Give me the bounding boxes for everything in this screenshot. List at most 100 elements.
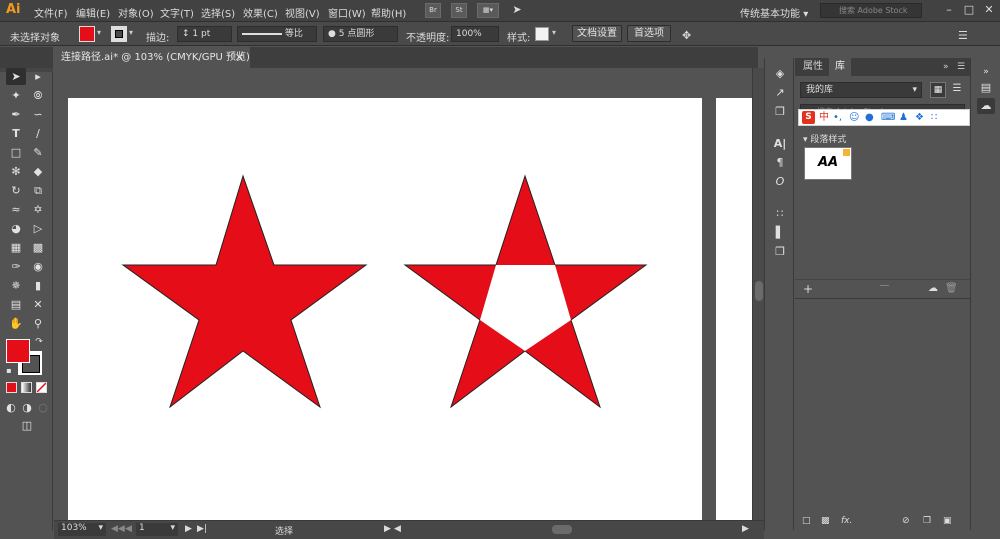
microphone-icon[interactable]: ● <box>865 110 874 125</box>
slice-tool-icon[interactable]: ✕ <box>28 296 48 313</box>
menu-object[interactable]: 对象(O) <box>118 5 154 20</box>
align-icon[interactable]: ▌ <box>771 225 789 241</box>
none-mode-icon[interactable] <box>36 382 47 393</box>
last-artboard-icon[interactable]: ▶| <box>197 524 207 534</box>
transform-icon[interactable]: ∷ <box>771 206 789 222</box>
previous-artboard-icon[interactable]: ◀ <box>125 524 132 534</box>
preferences-button[interactable]: 首选项 <box>627 25 671 42</box>
color-mode-icon[interactable] <box>6 382 17 393</box>
blend-tool-icon[interactable]: ◉ <box>28 258 48 275</box>
puppet-warp-tool-icon[interactable]: ✡ <box>28 201 48 218</box>
user-icon[interactable]: ♟ <box>899 110 908 125</box>
menu-file[interactable]: 文件(F) <box>34 5 68 20</box>
paintbrush-tool-icon[interactable]: ✎ <box>28 144 48 161</box>
fill-swatch[interactable] <box>6 339 30 363</box>
brush-definition[interactable]: ● 5 点圆形 <box>323 26 398 42</box>
draw-inside-icon[interactable]: ○ <box>35 399 51 416</box>
scroll-left-icon[interactable]: ◀ <box>394 524 401 534</box>
scroll-right-icon[interactable]: ▶ <box>742 524 749 534</box>
close-window-icon[interactable]: ✕ <box>980 3 998 17</box>
keyboard-icon[interactable]: ⌨ <box>881 110 895 125</box>
magic-wand-tool-icon[interactable]: ✦ <box>6 87 26 104</box>
next-artboard-icon[interactable]: ▶ <box>185 524 192 534</box>
chevron-down-icon[interactable]: ▾ <box>912 83 917 97</box>
skin-icon[interactable]: ❖ <box>915 110 924 125</box>
artboard-number-field[interactable]: 1 ▾ <box>136 523 178 536</box>
disclosure-triangle-icon[interactable]: ▾ <box>803 135 808 145</box>
workspace-switcher[interactable]: 传统基本功能 ▾ <box>740 5 808 20</box>
stroke-weight-field[interactable]: ↕ 1 pt <box>177 26 232 42</box>
curvature-tool-icon[interactable]: ∽ <box>28 106 48 123</box>
menu-select[interactable]: 选择(S) <box>201 5 235 20</box>
opacity-field[interactable]: 100% <box>451 26 499 42</box>
artboard[interactable] <box>68 98 702 520</box>
rotate-tool-icon[interactable]: ↻ <box>6 182 26 199</box>
send-icon[interactable]: ➤ <box>509 3 525 18</box>
type-tool-icon[interactable]: T <box>6 125 26 142</box>
first-artboard-icon[interactable]: ◀◀ <box>111 524 125 534</box>
arrange-documents-icon[interactable]: ▦▾ <box>477 3 499 18</box>
close-icon[interactable]: ✕ <box>235 47 244 68</box>
fill-color-swatch[interactable] <box>79 26 95 42</box>
warp-tool-icon[interactable]: ≈ <box>6 201 26 218</box>
eraser-tool-icon[interactable]: ◆ <box>28 163 48 180</box>
zoom-level-field[interactable]: 103% ▾ <box>58 523 106 536</box>
eyedropper-tool-icon[interactable]: ✑ <box>6 258 26 275</box>
tools-grid-icon[interactable]: ∷ <box>931 110 937 125</box>
swap-fill-stroke-icon[interactable]: ↷ <box>33 336 45 348</box>
artboard-tool-icon[interactable]: ▤ <box>6 296 26 313</box>
trash-icon[interactable]: 🗑 <box>945 283 958 294</box>
canvas-area[interactable] <box>54 68 752 520</box>
mesh-tool-icon[interactable]: ▦ <box>6 239 26 256</box>
paragraph-icon[interactable]: ¶ <box>771 155 789 171</box>
menu-type[interactable]: 文字(T) <box>160 5 194 20</box>
screen-mode-icon[interactable]: ◫ <box>16 417 38 434</box>
direct-selection-tool-icon[interactable]: ▸ <box>28 68 48 85</box>
graphic-style-swatch[interactable] <box>535 27 549 41</box>
gradient-tool-icon[interactable]: ▩ <box>28 239 48 256</box>
panel-menu-icon[interactable]: ☰ <box>951 58 971 76</box>
maximize-icon[interactable]: □ <box>960 3 978 17</box>
shape-builder-tool-icon[interactable]: ◕ <box>6 220 26 237</box>
properties-icon[interactable]: ▤ <box>977 80 995 96</box>
delete-icon[interactable]: ▣ <box>943 516 952 526</box>
shaper-tool-icon[interactable]: ✻ <box>6 163 26 180</box>
add-content-icon[interactable]: + <box>803 282 813 296</box>
stepper-icon[interactable]: ↕ <box>182 29 190 39</box>
chevron-down-icon[interactable]: ▾ <box>97 28 101 37</box>
pen-tool-icon[interactable]: ✒ <box>6 106 26 123</box>
perspective-grid-tool-icon[interactable]: ▷ <box>28 220 48 237</box>
solid-star-shape[interactable] <box>121 174 368 409</box>
stock-search-input[interactable]: 搜索 Adobe Stock <box>820 3 922 18</box>
tab-libraries[interactable]: 库 <box>829 58 851 76</box>
menu-window[interactable]: 窗口(W) <box>328 5 366 20</box>
chevron-down-icon[interactable]: ▾ <box>98 523 103 533</box>
cloud-sync-icon[interactable]: ☁ <box>928 283 938 294</box>
duplicate-icon[interactable]: ▩ <box>821 516 830 526</box>
status-menu-icon[interactable]: ▶ <box>384 524 391 534</box>
draw-normal-icon[interactable]: ◐ <box>3 399 19 416</box>
document-setup-button[interactable]: 文档设置 <box>572 25 622 42</box>
menu-help[interactable]: 帮助(H) <box>371 5 406 20</box>
fx-icon[interactable]: fx. <box>841 516 852 526</box>
minimize-icon[interactable]: – <box>940 3 958 17</box>
emoji-icon[interactable]: ☺ <box>849 110 859 125</box>
stock-button[interactable]: St <box>451 3 467 18</box>
new-item-icon[interactable]: ❐ <box>923 516 931 526</box>
selection-tool-icon[interactable]: ➤ <box>6 68 26 85</box>
draw-behind-icon[interactable]: ◑ <box>19 399 35 416</box>
grid-view-icon[interactable]: ▦ <box>930 82 946 98</box>
scale-tool-icon[interactable]: ⧉ <box>28 182 48 199</box>
panel-grip[interactable]: ⎯⎯ <box>880 281 889 291</box>
arrange-icon[interactable]: ✥ <box>682 29 691 42</box>
clear-icon[interactable]: ⊘ <box>902 516 910 526</box>
scrollbar-thumb[interactable] <box>755 281 763 301</box>
zoom-tool-icon[interactable]: ⚲ <box>28 315 48 332</box>
tab-properties[interactable]: 属性 <box>797 58 829 76</box>
document-tab[interactable]: 连接路径.ai* @ 103% (CMYK/GPU 预览) ✕ <box>53 47 250 68</box>
gradient-mode-icon[interactable] <box>21 382 32 393</box>
default-colors-icon[interactable]: ▪ <box>3 365 15 377</box>
chevron-down-icon[interactable]: ▾ <box>170 523 175 533</box>
layers-icon[interactable]: ◈ <box>771 66 789 82</box>
list-view-icon[interactable]: ☰ <box>949 82 965 98</box>
